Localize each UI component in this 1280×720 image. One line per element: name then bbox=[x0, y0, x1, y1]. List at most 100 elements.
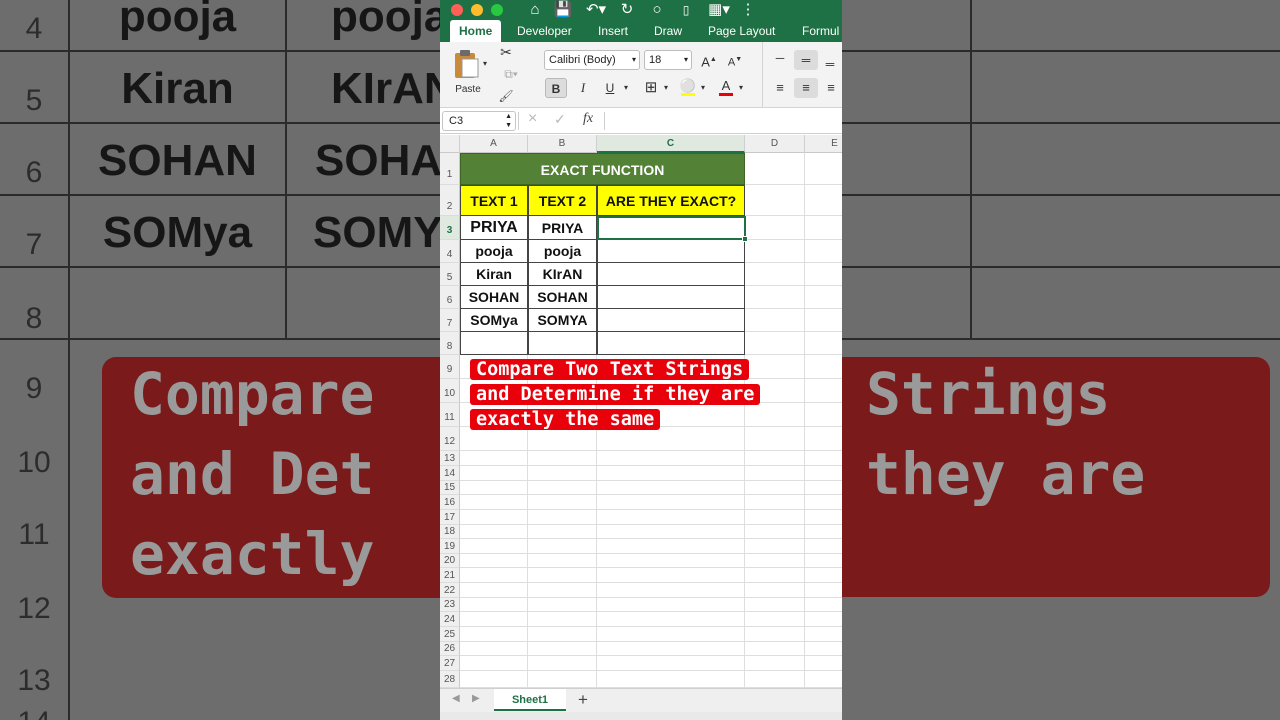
align-center-icon[interactable]: ≡ bbox=[794, 78, 818, 98]
row-header-14[interactable]: 14 bbox=[440, 466, 460, 481]
cell-empty[interactable] bbox=[597, 309, 745, 332]
zoom-window-button[interactable] bbox=[491, 4, 503, 16]
formula-input[interactable] bbox=[610, 111, 838, 131]
cell-text1[interactable]: PRIYA bbox=[460, 216, 528, 240]
row-header-20[interactable]: 20 bbox=[440, 554, 460, 568]
row-header-27[interactable]: 27 bbox=[440, 656, 460, 671]
align-bottom-icon[interactable]: ═ bbox=[822, 54, 838, 74]
row-header-26[interactable]: 26 bbox=[440, 642, 460, 656]
row-header-28[interactable]: 28 bbox=[440, 671, 460, 688]
borders-dropdown-icon[interactable]: ▾ bbox=[661, 78, 671, 98]
prev-sheet-icon[interactable]: ◀ bbox=[452, 693, 460, 704]
cell-text1[interactable]: Kiran bbox=[460, 263, 528, 286]
close-window-button[interactable] bbox=[451, 4, 463, 16]
doc-icon[interactable]: ▯ bbox=[676, 0, 696, 20]
row-header-25[interactable]: 25 bbox=[440, 627, 460, 642]
align-right-icon[interactable]: ≡ bbox=[822, 78, 840, 98]
format-painter-icon[interactable]: 🖌 bbox=[498, 86, 514, 106]
redo-icon[interactable]: ↻ bbox=[616, 0, 638, 20]
header-text2[interactable]: TEXT 2 bbox=[528, 185, 597, 216]
align-left-icon[interactable]: ≡ bbox=[770, 78, 790, 98]
sheet-tab-sheet1[interactable]: Sheet1 bbox=[494, 689, 566, 711]
font-size-select[interactable]: 18 ▾ bbox=[644, 50, 692, 70]
borders-icon[interactable]: ⊞ bbox=[641, 78, 661, 98]
row-header-3[interactable]: 3 bbox=[440, 216, 460, 240]
cancel-icon[interactable]: × bbox=[528, 110, 537, 128]
font-color-icon[interactable]: A bbox=[716, 76, 736, 96]
underline-button[interactable]: U bbox=[600, 78, 620, 98]
row-header-22[interactable]: 22 bbox=[440, 583, 460, 598]
cell-empty[interactable] bbox=[597, 332, 745, 355]
column-header-e[interactable]: E bbox=[805, 135, 842, 153]
tab-insert[interactable]: Insert bbox=[598, 20, 628, 42]
name-box[interactable]: C3 ▲ ▼ bbox=[442, 111, 516, 131]
column-header-d[interactable]: D bbox=[745, 135, 805, 153]
tab-formulas[interactable]: Formul bbox=[802, 20, 839, 42]
cell-text2[interactable]: PRIYA bbox=[528, 216, 597, 240]
column-header-c[interactable]: C bbox=[597, 135, 745, 153]
confirm-icon[interactable]: ✓ bbox=[554, 111, 566, 128]
row-header-7[interactable]: 7 bbox=[440, 309, 460, 332]
grid-icon[interactable]: ▦▾ bbox=[704, 0, 734, 20]
row-header-12[interactable]: 12 bbox=[440, 427, 460, 451]
paste-dropdown-icon[interactable]: ▾ bbox=[480, 54, 490, 74]
cell-empty[interactable] bbox=[597, 263, 745, 286]
header-exact[interactable]: ARE THEY EXACT? bbox=[597, 185, 745, 216]
row-header-9[interactable]: 9 bbox=[440, 355, 460, 379]
tab-draw[interactable]: Draw bbox=[654, 20, 682, 42]
save-icon[interactable]: 💾 bbox=[552, 0, 574, 20]
row-header-24[interactable]: 24 bbox=[440, 612, 460, 627]
cell-text1[interactable]: SOMya bbox=[460, 309, 528, 332]
row-header-10[interactable]: 10 bbox=[440, 379, 460, 403]
fill-color-icon[interactable]: ⚪ bbox=[678, 76, 698, 96]
row-header-18[interactable]: 18 bbox=[440, 525, 460, 539]
row-header-6[interactable]: 6 bbox=[440, 286, 460, 309]
row-header-16[interactable]: 16 bbox=[440, 495, 460, 510]
row-header-17[interactable]: 17 bbox=[440, 510, 460, 525]
cell-text1[interactable]: pooja bbox=[460, 240, 528, 263]
minimize-window-button[interactable] bbox=[471, 4, 483, 16]
row-header-15[interactable]: 15 bbox=[440, 481, 460, 495]
row-header-4[interactable]: 4 bbox=[440, 240, 460, 263]
cell-text2[interactable]: pooja bbox=[528, 240, 597, 263]
font-color-dropdown-icon[interactable]: ▾ bbox=[736, 78, 746, 98]
select-all-corner[interactable] bbox=[440, 135, 460, 153]
tab-home[interactable]: Home bbox=[450, 20, 502, 42]
font-name-select[interactable]: Calibri (Body) ▾ bbox=[544, 50, 640, 70]
undo-icon[interactable]: ↶▾ bbox=[582, 0, 610, 20]
fill-color-dropdown-icon[interactable]: ▾ bbox=[698, 78, 708, 98]
row-header-2[interactable]: 2 bbox=[440, 185, 460, 216]
cell-text2[interactable]: SOHAN bbox=[528, 286, 597, 309]
row-header-19[interactable]: 19 bbox=[440, 539, 460, 554]
more-icon[interactable]: ⋮ bbox=[738, 0, 758, 20]
home-icon[interactable]: ⌂ bbox=[524, 0, 546, 20]
row-header-1[interactable]: 1 bbox=[440, 153, 460, 185]
tab-page-layout[interactable]: Page Layout bbox=[708, 20, 775, 42]
shrink-font-button[interactable]: A▼ bbox=[724, 50, 746, 70]
table-title[interactable]: EXACT FUNCTION bbox=[460, 153, 745, 185]
copy-icon[interactable]: ⧉▾ bbox=[498, 64, 524, 84]
italic-button[interactable]: I bbox=[573, 78, 593, 98]
function-icon[interactable]: fx bbox=[583, 111, 593, 127]
row-header-21[interactable]: 21 bbox=[440, 568, 460, 583]
row-header-23[interactable]: 23 bbox=[440, 598, 460, 612]
cell-text2[interactable]: KIrAN bbox=[528, 263, 597, 286]
fill-handle[interactable] bbox=[742, 236, 748, 242]
column-header-a[interactable]: A bbox=[460, 135, 528, 153]
align-middle-icon[interactable]: ═ bbox=[794, 50, 818, 70]
row-header-11[interactable]: 11 bbox=[440, 403, 460, 427]
align-top-icon[interactable]: ─ bbox=[770, 48, 790, 68]
row-header-8[interactable]: 8 bbox=[440, 332, 460, 355]
add-sheet-button[interactable]: + bbox=[578, 690, 588, 710]
grow-font-button[interactable]: A▲ bbox=[698, 50, 720, 70]
header-text1[interactable]: TEXT 1 bbox=[460, 185, 528, 216]
circle-icon[interactable]: ○ bbox=[646, 0, 668, 20]
bold-button[interactable]: B bbox=[545, 78, 567, 98]
column-header-b[interactable]: B bbox=[528, 135, 597, 153]
tab-developer[interactable]: Developer bbox=[517, 20, 572, 42]
next-sheet-icon[interactable]: ▶ bbox=[472, 693, 480, 704]
row-header-13[interactable]: 13 bbox=[440, 451, 460, 466]
cell-text1[interactable]: SOHAN bbox=[460, 286, 528, 309]
selected-cell-c3[interactable] bbox=[597, 216, 746, 240]
underline-dropdown-icon[interactable]: ▾ bbox=[620, 78, 632, 98]
